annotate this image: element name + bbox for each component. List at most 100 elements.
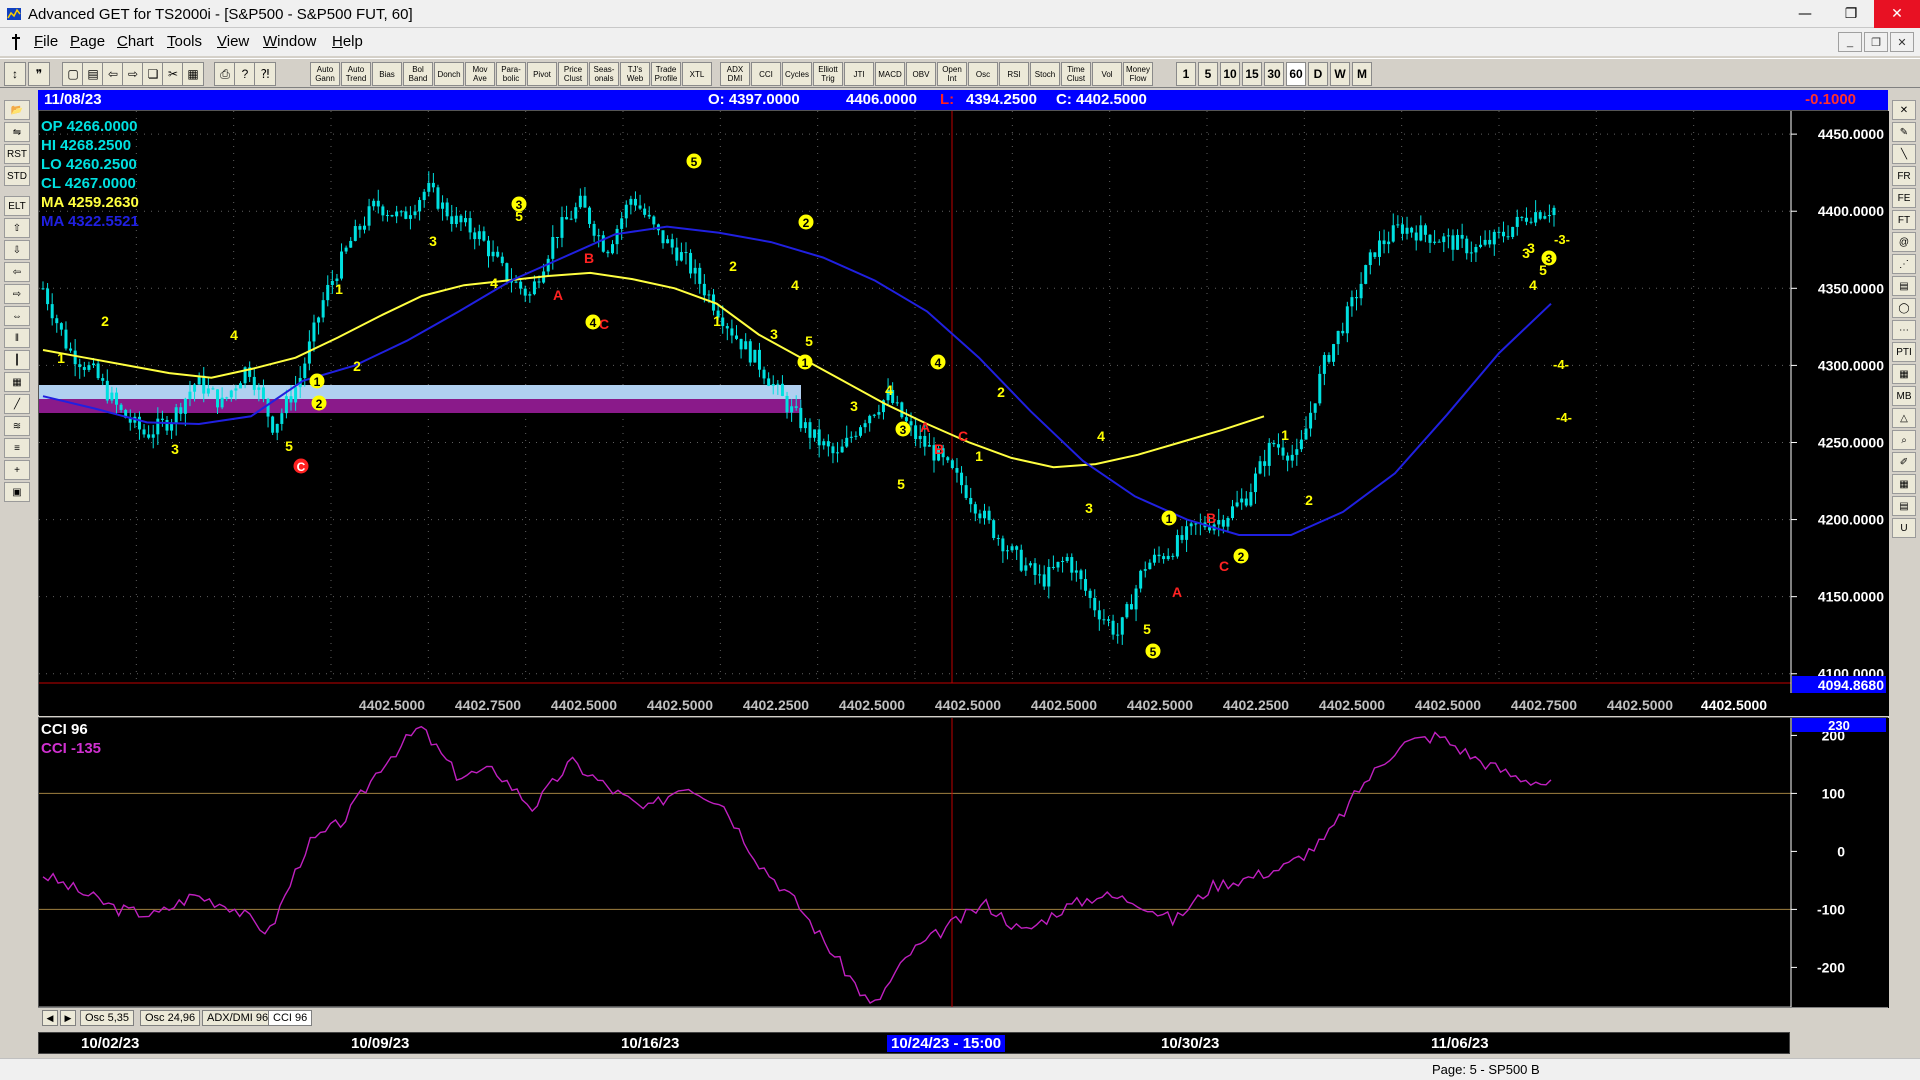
study-button[interactable]: RSI <box>999 62 1029 86</box>
study-button[interactable]: Osc <box>968 62 998 86</box>
study-button[interactable]: Stoch <box>1030 62 1060 86</box>
magnet-icon[interactable]: U <box>1892 518 1916 538</box>
gann-icon[interactable]: ≋ <box>4 416 30 436</box>
pen-icon[interactable]: ✐ <box>1892 452 1916 472</box>
arrow-right-icon[interactable]: ⇨ <box>4 284 30 304</box>
fib-ext-icon[interactable]: FE <box>1892 188 1916 208</box>
menu-page[interactable]: Page <box>70 33 105 50</box>
grid-tool-icon[interactable]: ▦ <box>4 372 30 392</box>
price-chart[interactable]: 1234512345ABC12345345ABC12345ABC12354312… <box>38 110 1889 716</box>
slope-icon[interactable]: ╲ <box>1892 144 1916 164</box>
grid2-icon[interactable]: ▦ <box>1892 474 1916 494</box>
study-button[interactable]: JTI <box>844 62 874 86</box>
fib-icon[interactable]: ≡ <box>4 438 30 458</box>
cci-chart-svg[interactable]: 2001000-100-200230 <box>39 718 1889 1008</box>
period-button[interactable]: W <box>1330 62 1350 86</box>
period-button[interactable]: 60 <box>1286 62 1306 86</box>
arrow-left-icon[interactable]: ⇦ <box>4 262 30 282</box>
study-button[interactable]: Auto Trend <box>341 62 371 86</box>
tab-adx-dmi[interactable]: ADX/DMI 96 <box>202 1010 274 1026</box>
regression-icon[interactable]: ⋯ <box>1892 320 1916 340</box>
magnifier-icon[interactable]: ⌕ <box>1892 430 1916 450</box>
period-button[interactable]: 15 <box>1242 62 1262 86</box>
cci-panel[interactable]: 200 100 0 -100 -200 230 CCI 96 CCI -135 <box>38 717 1889 1008</box>
study-button[interactable]: Bias <box>372 62 402 86</box>
arrow-down-icon[interactable]: ⇩ <box>4 240 30 260</box>
crosshair-icon[interactable]: + <box>4 460 30 480</box>
close-button[interactable]: ✕ <box>1874 0 1920 28</box>
study-button[interactable]: Pivot <box>527 62 557 86</box>
study-button[interactable]: OBV <box>906 62 936 86</box>
compress-icon[interactable]: ‖ <box>4 328 30 348</box>
study-button[interactable]: Bol Band <box>403 62 433 86</box>
study-button[interactable]: Cycles <box>782 62 812 86</box>
arrow-up-icon[interactable]: ⇧ <box>4 218 30 238</box>
study-button[interactable]: Open Int <box>937 62 967 86</box>
save-icon[interactable]: ▣ <box>4 482 30 502</box>
tab-osc-5-35[interactable]: Osc 5,35 <box>80 1010 135 1026</box>
maximize-button[interactable]: ❐ <box>1828 0 1874 28</box>
menu-file[interactable]: File <box>34 33 58 50</box>
copy-icon[interactable]: ❏ <box>142 62 164 86</box>
lines-icon[interactable]: ╱ <box>4 394 30 414</box>
minimize-button[interactable]: — <box>1782 0 1828 28</box>
period-button[interactable]: M <box>1352 62 1372 86</box>
period-button[interactable]: 30 <box>1264 62 1284 86</box>
help-tool-icon[interactable]: ❞ <box>28 62 50 86</box>
study-button[interactable]: Vol <box>1092 62 1122 86</box>
context-help-icon[interactable]: ⁈ <box>254 62 276 86</box>
menu-tools[interactable]: Tools <box>167 33 202 50</box>
tab-prev-icon[interactable]: ◀ <box>42 1010 58 1026</box>
study-button[interactable]: ADX DMI <box>720 62 750 86</box>
period-button[interactable]: 1 <box>1176 62 1196 86</box>
zoom-x-icon[interactable]: ⇔ <box>4 306 30 326</box>
cut-icon[interactable]: ✂ <box>162 62 184 86</box>
pencil-icon[interactable]: ✎ <box>1892 122 1916 142</box>
triangle-icon[interactable]: △ <box>1892 408 1916 428</box>
study-button[interactable]: Mov Ave <box>465 62 495 86</box>
mob-icon[interactable]: MB <box>1892 386 1916 406</box>
document-icon[interactable] <box>8 33 24 51</box>
period-button[interactable]: 10 <box>1220 62 1240 86</box>
period-button[interactable]: 5 <box>1198 62 1218 86</box>
open-icon[interactable]: ▤ <box>82 62 104 86</box>
close-tool-icon[interactable]: ✕ <box>1892 100 1916 120</box>
mdi-minimize-button[interactable]: _ <box>1838 32 1862 52</box>
menu-window[interactable]: Window <box>263 33 316 50</box>
study-button[interactable]: Elliott Trig <box>813 62 843 86</box>
forward-icon[interactable]: ⇨ <box>122 62 144 86</box>
info-icon[interactable]: ? <box>234 62 256 86</box>
period-button[interactable]: D <box>1308 62 1328 86</box>
study-button[interactable]: MACD <box>875 62 905 86</box>
tab-osc-24-96[interactable]: Osc 24,96 <box>140 1010 201 1026</box>
tab-next-icon[interactable]: ▶ <box>60 1010 76 1026</box>
price-chart-svg[interactable]: 1234512345ABC 12345345ABC12345ABC12354312… <box>39 111 1889 716</box>
study-button[interactable]: Money Flow <box>1123 62 1153 86</box>
study-button[interactable]: Time Clust <box>1061 62 1091 86</box>
study-icon[interactable]: STD <box>4 166 30 186</box>
study-button[interactable]: Auto Gann <box>310 62 340 86</box>
compare-icon[interactable]: ⇋ <box>4 122 30 142</box>
menu-chart[interactable]: Chart <box>117 33 154 50</box>
study-button[interactable]: Para-bolic <box>496 62 526 86</box>
spiral-icon[interactable]: @ <box>1892 232 1916 252</box>
study-button[interactable]: XTL <box>682 62 712 86</box>
study-button[interactable]: Seas-onals <box>589 62 619 86</box>
study-button[interactable]: Trade Profile <box>651 62 681 86</box>
reset-icon[interactable]: RST <box>4 144 30 164</box>
study-button[interactable]: TJ's Web <box>620 62 650 86</box>
menu-view[interactable]: View <box>217 33 249 50</box>
menu-help[interactable]: Help <box>332 33 363 50</box>
channel-icon[interactable]: ▤ <box>1892 276 1916 296</box>
tab-cci-96[interactable]: CCI 96 <box>268 1010 313 1026</box>
fib-time-icon[interactable]: FT <box>1892 210 1916 230</box>
bars-icon[interactable]: ┃ <box>4 350 30 370</box>
study-button[interactable]: Donch <box>434 62 464 86</box>
open-chart-icon[interactable]: 📂 <box>4 100 30 120</box>
mdi-close-button[interactable]: ✕ <box>1890 32 1914 52</box>
mdi-restore-button[interactable]: ❐ <box>1864 32 1888 52</box>
back-icon[interactable]: ⇦ <box>102 62 124 86</box>
elliott-icon[interactable]: ELT <box>4 196 30 216</box>
ellipse-icon[interactable]: ◯ <box>1892 298 1916 318</box>
pointer-tool-icon[interactable]: ↕ <box>4 62 26 86</box>
